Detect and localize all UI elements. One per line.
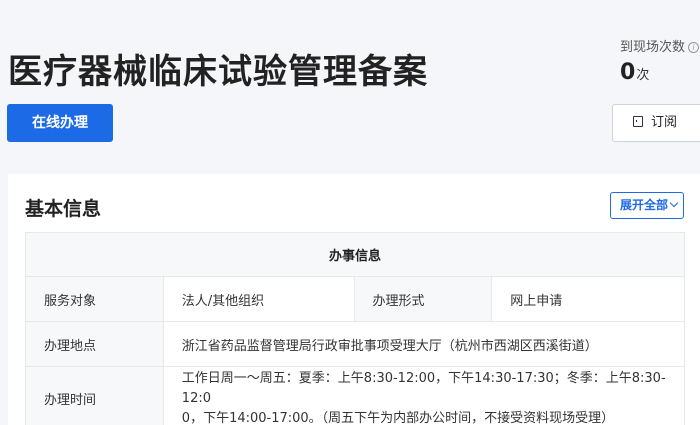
subscribe-label: 订阅 [651,115,678,130]
service-target-label: 服务对象 [25,276,164,322]
table-caption: 办事信息 [25,232,685,277]
handle-form-label: 办理形式 [353,276,493,322]
hours-line-1: 工作日周一～周五：夏季：上午8:30-12:00，下午14:30-17:30；冬… [181,371,666,406]
hours-line-2: 0，下午14:00-17:00。（周五下午为内部办公时间，不接受资料现场受理） [181,411,615,425]
apply-online-button[interactable]: 在线办理 [7,104,113,142]
service-info-table: 办事信息 服务对象 法人/其他组织 办理形式 网上申请 办理地点 浙江省药品监督… [25,232,686,425]
service-target-value: 法人/其他组织 [162,276,355,322]
visits-count-number: 0 [620,60,636,85]
visits-count-unit: 次 [636,68,650,83]
visits-count: 0次 [620,60,649,85]
visits-label-text: 到现场次数 [620,40,686,55]
basic-info-panel: 基本信息 展开全部 办事信息 服务对象 法人/其他组织 办理形式 网上申请 办理… [8,174,700,425]
page-title: 医疗器械临床试验管理备案 [8,52,428,92]
table-row: 服务对象 法人/其他组织 办理形式 网上申请 [25,276,685,322]
section-title: 基本信息 [25,198,102,220]
visits-label: 到现场次数 i [620,36,700,55]
chevron-down-icon [669,198,679,208]
page-header: 医疗器械临床试验管理备案 到现场次数 i 0次 在线办理 订阅 [0,0,700,165]
hours-value: 工作日周一～周五：夏季：上午8:30-12:00，下午14:30-17:30；冬… [162,366,686,425]
expand-all-label: 展开全部 [620,198,669,212]
info-icon[interactable]: i [688,42,700,53]
location-value: 浙江省药品监督管理局行政审批事项受理大厅（杭州市西湖区西溪街道） [162,321,686,367]
hours-label: 办理时间 [25,366,164,425]
table-row: 办理地点 浙江省药品监督管理局行政审批事项受理大厅（杭州市西湖区西溪街道） [25,321,686,367]
location-label: 办理地点 [25,321,164,367]
subscribe-button[interactable]: 订阅 [612,104,700,142]
table-row: 办理时间 工作日周一～周五：夏季：上午8:30-12:00，下午14:30-17… [25,366,686,425]
expand-all-button[interactable]: 展开全部 [610,192,684,219]
handle-form-value: 网上申请 [491,276,685,322]
bookmark-icon [633,116,643,127]
